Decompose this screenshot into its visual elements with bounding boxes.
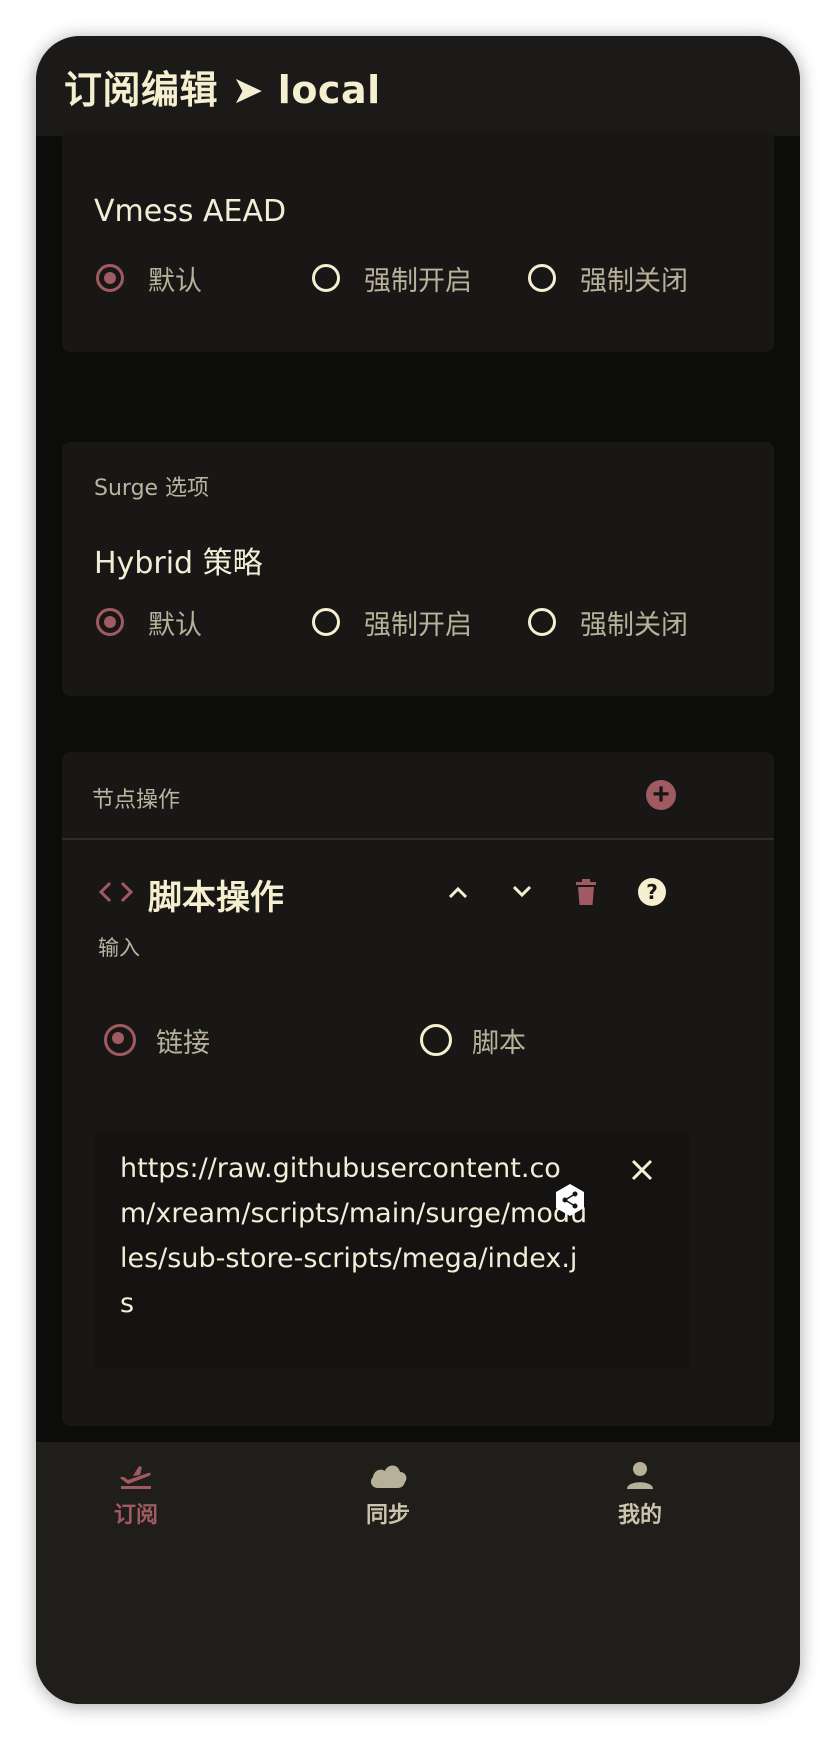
- radio-unselected-icon: [528, 264, 556, 292]
- page-title: 订阅编辑 ➤ local: [64, 67, 381, 112]
- trash-icon[interactable]: [566, 872, 606, 912]
- phone-frame: 订阅编辑 ➤ local Vmess AEAD 默认 强制开启 强制关闭 Sur…: [36, 36, 800, 1704]
- node-ops-card: 节点操作 + 脚本操作 ? 输入 链接 脚本 https://raw.githu…: [62, 752, 774, 1426]
- input-label: 输入: [98, 936, 140, 960]
- share-hexagon-icon[interactable]: [550, 1180, 590, 1220]
- nav-item-sync[interactable]: 同步: [328, 1460, 448, 1529]
- plus-circle-icon[interactable]: +: [646, 780, 676, 810]
- script-url-field[interactable]: https://raw.githubusercontent.com/xream/…: [94, 1132, 690, 1368]
- script-url-value[interactable]: https://raw.githubusercontent.com/xream/…: [120, 1146, 590, 1326]
- person-icon: [627, 1462, 653, 1489]
- chevron-up-icon[interactable]: [438, 872, 478, 912]
- radio-label: 强制关闭: [580, 265, 688, 297]
- input-radio-link[interactable]: 链接: [104, 1020, 210, 1060]
- input-radio-script[interactable]: 脚本: [420, 1020, 526, 1060]
- cloud-icon: [370, 1465, 407, 1488]
- radio-unselected-icon: [420, 1024, 452, 1056]
- hybrid-policy-title: Hybrid 策略: [94, 546, 263, 581]
- hybrid-radio-force-on[interactable]: 强制开启: [312, 602, 472, 642]
- vmess-radio-group: 默认 强制开启 强制关闭: [62, 258, 774, 298]
- radio-label: 默认: [148, 265, 202, 297]
- nav-item-subscriptions[interactable]: 订阅: [76, 1460, 196, 1529]
- radio-unselected-icon: [312, 264, 340, 292]
- surge-section-label: Surge 选项: [94, 476, 210, 501]
- vmess-radio-default[interactable]: 默认: [96, 258, 202, 298]
- hybrid-radio-force-off[interactable]: 强制关闭: [528, 602, 688, 642]
- vmess-card: Vmess AEAD 默认 强制开启 强制关闭: [62, 132, 774, 352]
- code-brackets-icon: [96, 872, 136, 912]
- script-op-title: 脚本操作: [148, 878, 284, 918]
- nav-label: 订阅: [113, 1503, 158, 1528]
- radio-selected-icon: [96, 608, 124, 636]
- radio-label: 强制关闭: [580, 609, 688, 641]
- nav-label: 同步: [365, 1503, 410, 1528]
- bottom-navigation: 订阅 同步 我的: [36, 1442, 800, 1704]
- hybrid-radio-group: 默认 强制开启 强制关闭: [62, 602, 774, 642]
- section-divider: [62, 838, 774, 840]
- plane-takeoff-icon: [120, 1466, 151, 1489]
- node-ops-section-label: 节点操作: [92, 788, 181, 813]
- radio-unselected-icon: [528, 608, 556, 636]
- help-icon[interactable]: ?: [632, 872, 672, 912]
- nav-item-profile[interactable]: 我的: [580, 1460, 700, 1529]
- radio-selected-icon: [104, 1024, 136, 1056]
- input-type-radio-group: 链接 脚本: [62, 1020, 774, 1060]
- radio-selected-icon: [96, 264, 124, 292]
- hybrid-radio-default[interactable]: 默认: [96, 602, 202, 642]
- radio-unselected-icon: [312, 608, 340, 636]
- radio-label: 强制开启: [364, 609, 472, 641]
- nav-label: 我的: [617, 1503, 662, 1528]
- close-icon[interactable]: [622, 1150, 662, 1190]
- app-bar: 订阅编辑 ➤ local: [36, 36, 800, 136]
- vmess-radio-force-off[interactable]: 强制关闭: [528, 258, 688, 298]
- chevron-down-icon[interactable]: [502, 872, 542, 912]
- main-content[interactable]: Vmess AEAD 默认 强制开启 强制关闭 Surge 选项 Hybrid …: [36, 132, 800, 1636]
- radio-label: 强制开启: [364, 265, 472, 297]
- vmess-radio-force-on[interactable]: 强制开启: [312, 258, 472, 298]
- svg-text:?: ?: [646, 880, 658, 904]
- radio-label: 脚本: [472, 1027, 526, 1059]
- radio-label: 链接: [156, 1027, 210, 1059]
- vmess-aead-title: Vmess AEAD: [94, 194, 287, 229]
- surge-card: Surge 选项 Hybrid 策略 默认 强制开启 强制关闭: [62, 442, 774, 696]
- radio-label: 默认: [148, 609, 202, 641]
